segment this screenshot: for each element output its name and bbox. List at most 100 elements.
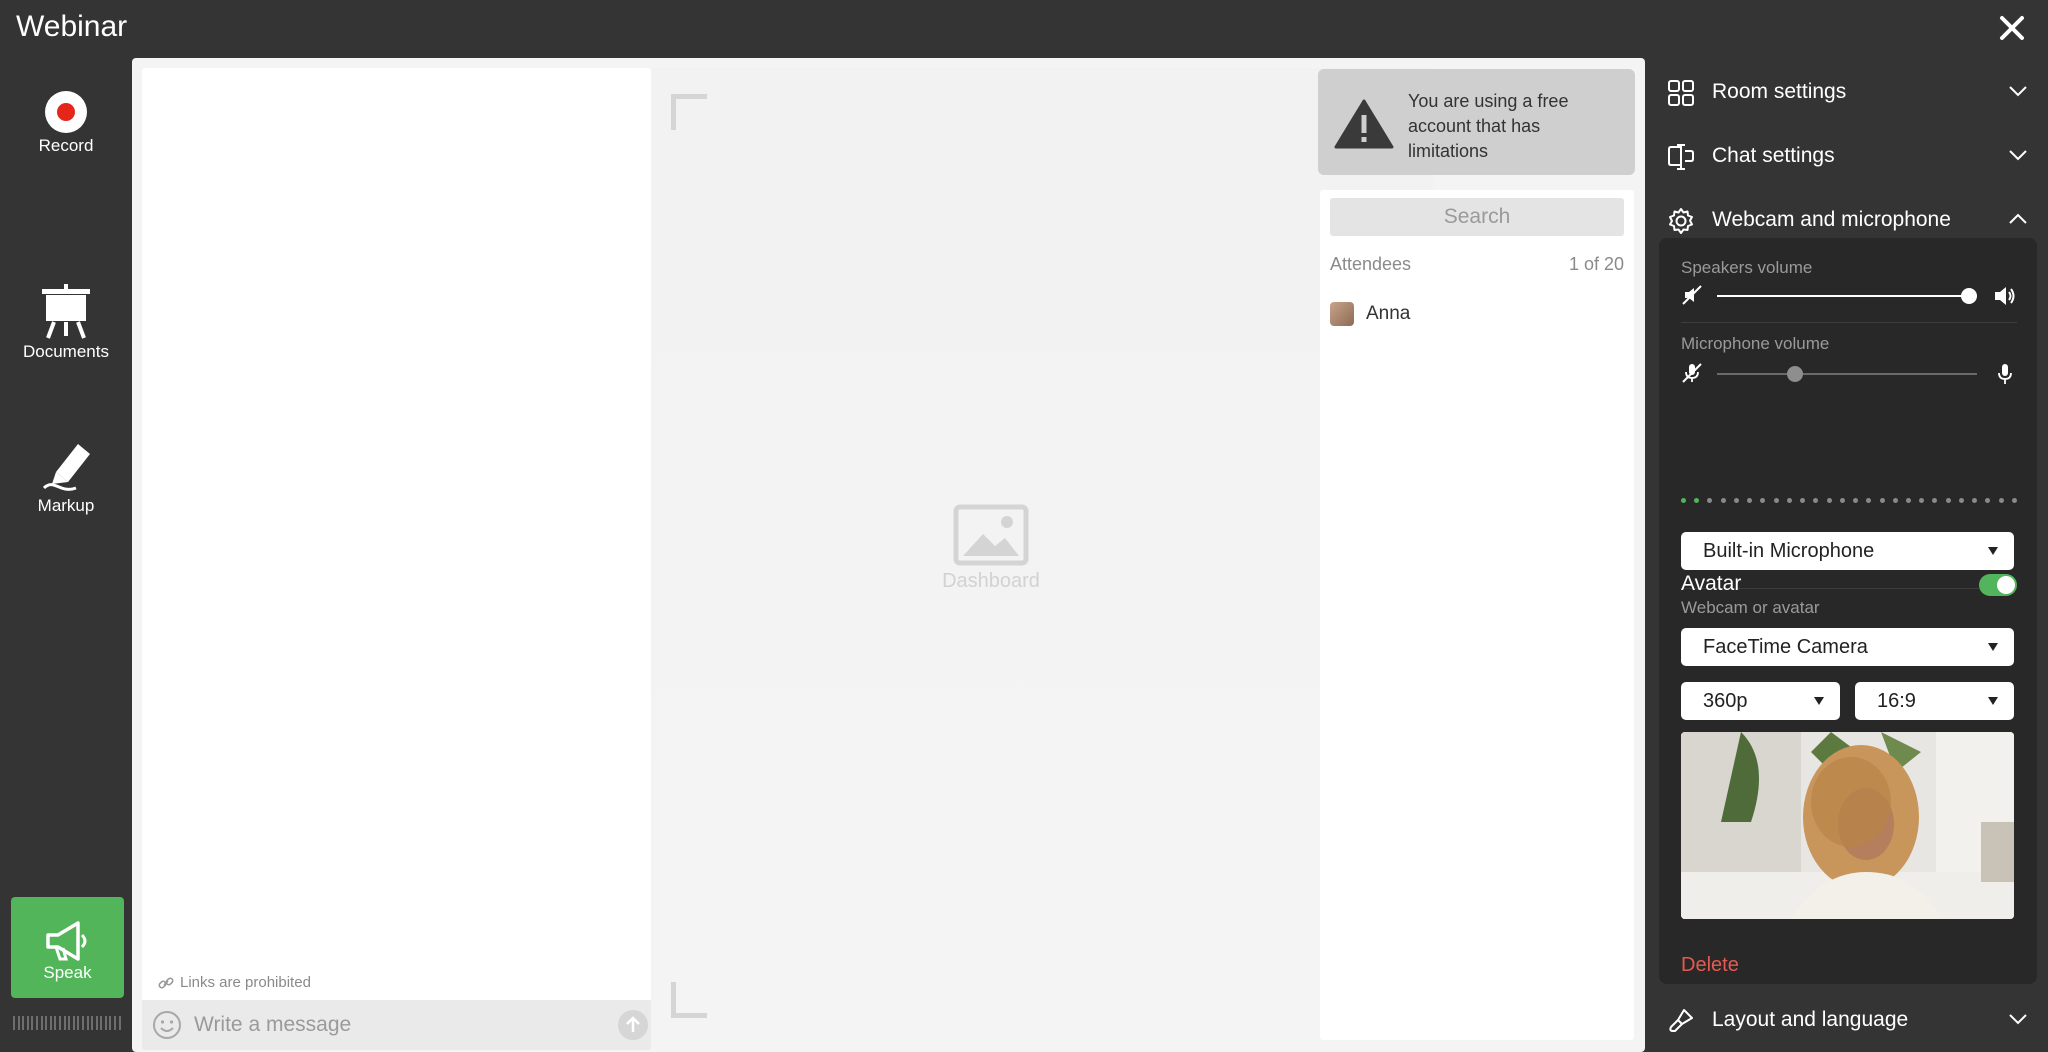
level-dot	[1694, 498, 1700, 503]
room-settings-header[interactable]: Room settings	[1645, 66, 2048, 118]
microphone-level-dots	[1681, 498, 2017, 503]
attendees-header: Attendees 1 of 20	[1330, 254, 1624, 275]
level-dot	[1985, 498, 1991, 503]
markup-button[interactable]: Markup	[0, 438, 132, 516]
markup-label: Markup	[37, 496, 95, 515]
speak-label: Speak	[43, 963, 92, 982]
speakers-volume-slider[interactable]	[1681, 282, 2017, 310]
marker-pen-icon	[42, 444, 90, 491]
attendee-row[interactable]: Anna	[1330, 300, 1624, 328]
paint-brush-icon	[1669, 1009, 1693, 1032]
avatar-toggle[interactable]	[1979, 574, 2017, 596]
level-dot	[1800, 498, 1806, 503]
level-dot	[1892, 498, 1898, 503]
webcam-microphone-label: Webcam and microphone	[1712, 208, 1951, 231]
chevron-down-icon	[2009, 86, 2027, 97]
gear-icon	[1669, 208, 1693, 234]
speakers-track	[1717, 295, 1969, 297]
microphone-track	[1717, 373, 1977, 375]
speakers-volume-label: Speakers volume	[1681, 258, 1813, 277]
level-dot	[1839, 498, 1845, 503]
level-dot	[1747, 498, 1753, 503]
level-dot	[1773, 498, 1779, 503]
record-icon	[45, 91, 87, 133]
attendees-panel: Attendees 1 of 20 Anna	[1320, 190, 1634, 1040]
chevron-down-icon	[2009, 150, 2027, 161]
layout-language-header[interactable]: Layout and language	[1645, 994, 2048, 1046]
level-dot	[1919, 498, 1925, 503]
room-settings-label: Room settings	[1712, 80, 1847, 103]
dropdown-arrow-icon	[1988, 547, 1998, 555]
level-dot	[1760, 498, 1766, 503]
dashboard-area[interactable]: Dashboard	[651, 68, 1433, 1040]
avatar-label: Avatar	[1681, 572, 1742, 595]
attendee-name: Anna	[1366, 303, 1411, 324]
presentation-board-icon	[42, 284, 90, 339]
link-icon	[158, 976, 174, 989]
close-icon	[2000, 16, 2024, 40]
emoji-icon[interactable]	[152, 1010, 182, 1040]
message-input[interactable]	[194, 1008, 584, 1042]
dashboard-label: Dashboard	[942, 570, 1040, 592]
level-dot	[1879, 498, 1885, 503]
chat-input-bar	[142, 1000, 651, 1050]
avatar-photo	[1681, 732, 2014, 919]
delete-avatar-button[interactable]: Delete	[1681, 954, 1739, 977]
grid-icon	[1668, 80, 1694, 106]
send-arrow-icon[interactable]	[618, 1010, 648, 1040]
left-toolbar: Record Documents Markup Speak	[0, 58, 132, 1052]
level-dot	[1733, 498, 1739, 503]
microphone-icon	[1998, 364, 2012, 384]
layout-language-label: Layout and language	[1712, 1008, 1909, 1031]
aspect-ratio-value: 16:9	[1877, 689, 1916, 712]
level-dot	[1945, 498, 1951, 503]
level-dot	[1958, 498, 1964, 503]
audio-level-meter	[13, 1016, 121, 1030]
warning-text: You are using a free account that has li…	[1408, 91, 1569, 161]
megaphone-icon	[45, 921, 86, 961]
attendee-search-input[interactable]	[1330, 198, 1624, 236]
chat-settings-label: Chat settings	[1712, 144, 1835, 167]
main-panel: Links are prohibited Write a message Das…	[132, 58, 1645, 1052]
level-dot	[1786, 498, 1792, 503]
chevron-up-icon	[2009, 213, 2027, 224]
camera-device-select[interactable]: FaceTime Camera	[1681, 628, 2014, 666]
free-account-warning: You are using a free account that has li…	[1318, 69, 1635, 175]
image-placeholder-icon	[953, 504, 1029, 566]
dropdown-arrow-icon	[1988, 697, 1998, 705]
record-button[interactable]: Record	[0, 90, 132, 156]
level-dot	[2011, 498, 2017, 503]
level-dot	[1853, 498, 1859, 503]
camera-device-value: FaceTime Camera	[1703, 635, 1868, 658]
avatar	[1330, 302, 1354, 326]
chat-settings-header[interactable]: Chat settings	[1645, 130, 2048, 182]
microphone-device-select[interactable]: Built-in Microphone	[1681, 532, 2014, 570]
chat-settings-icon	[1668, 144, 1694, 170]
microphone-volume-slider[interactable]	[1681, 360, 2017, 388]
speakers-knob[interactable]	[1961, 288, 1977, 304]
settings-sidebar: Room settings Chat settings Webcam and m…	[1645, 58, 2048, 1052]
avatar-preview-image	[1681, 732, 2014, 919]
dashboard-placeholder: Dashboard	[921, 504, 1061, 593]
dropdown-arrow-icon	[1814, 697, 1824, 705]
resolution-value: 360p	[1703, 689, 1748, 712]
close-button[interactable]	[1992, 8, 2032, 48]
microphone-mute-icon[interactable]	[1681, 362, 1703, 384]
dropdown-arrow-icon	[1988, 643, 1998, 651]
warning-icon	[1334, 99, 1394, 149]
frame-corner	[671, 94, 707, 130]
aspect-ratio-select[interactable]: 16:9	[1855, 682, 2014, 720]
level-dot	[1866, 498, 1872, 503]
resolution-select[interactable]: 360p	[1681, 682, 1840, 720]
chevron-down-icon	[2009, 1014, 2027, 1025]
speak-button[interactable]: Speak	[11, 897, 124, 998]
speaker-mute-icon[interactable]	[1681, 284, 1703, 306]
chat-panel: Links are prohibited	[142, 68, 651, 1050]
level-dot	[1720, 498, 1726, 503]
frame-corner	[671, 982, 707, 1018]
microphone-knob[interactable]	[1787, 366, 1803, 382]
level-dot	[1707, 498, 1713, 503]
documents-button[interactable]: Documents	[0, 284, 132, 362]
level-dot	[1681, 498, 1686, 503]
level-dot	[1826, 498, 1832, 503]
